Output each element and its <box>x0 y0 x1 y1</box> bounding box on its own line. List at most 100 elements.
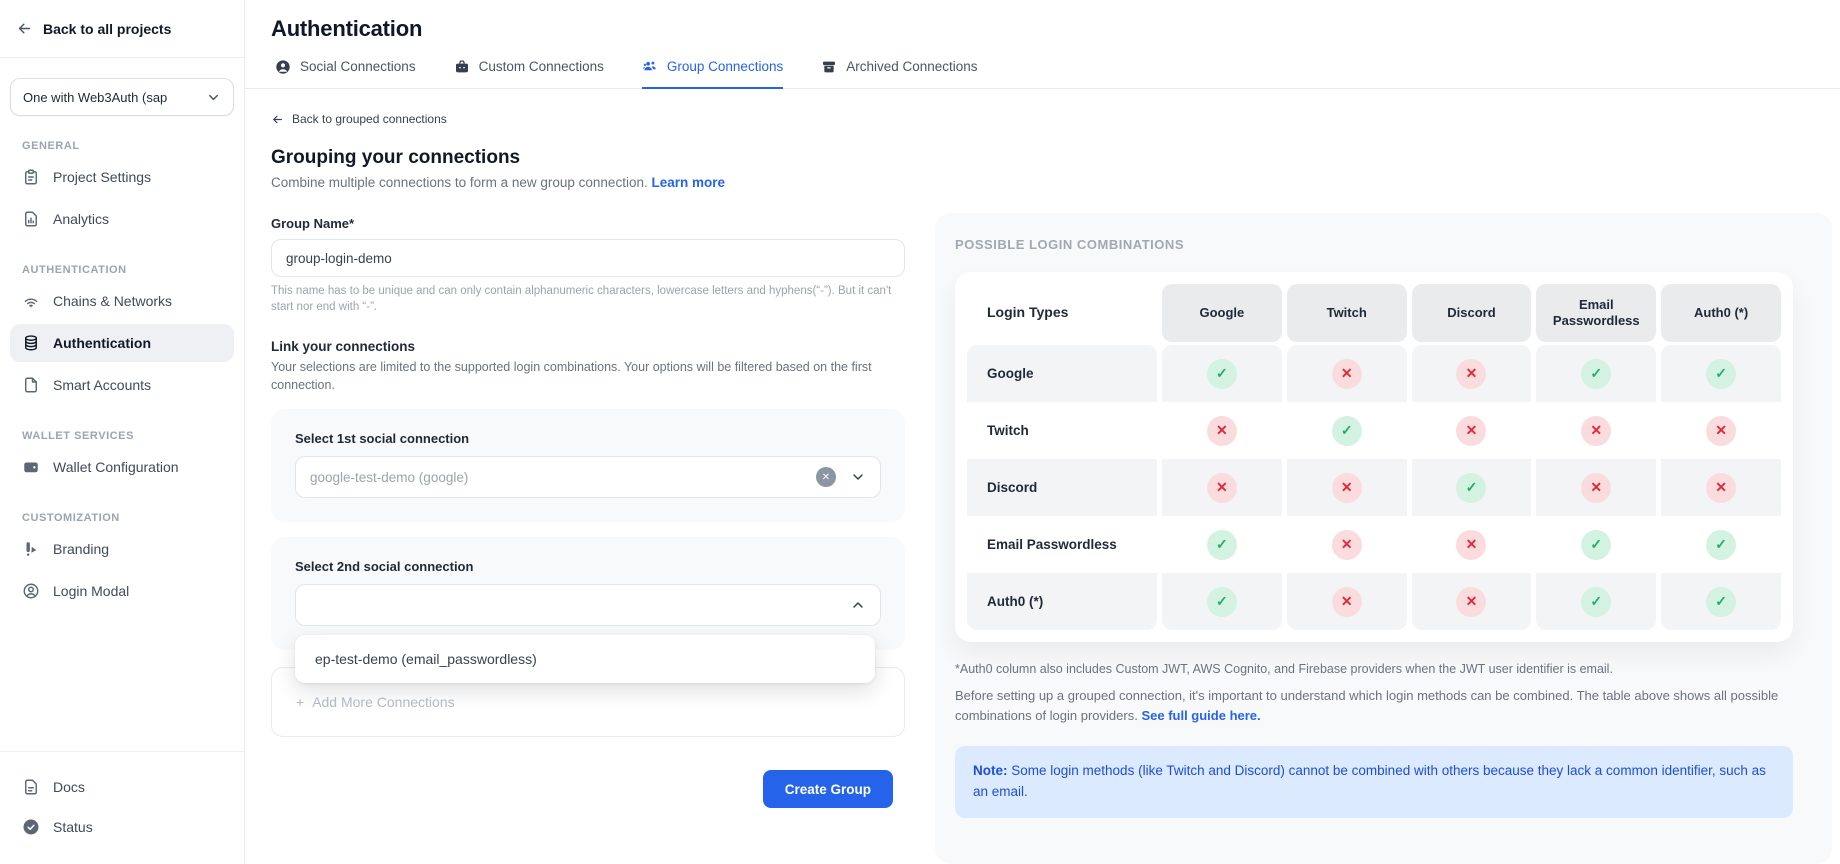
combo-cell-email-passwordless-google: ✓ <box>1162 516 1282 573</box>
select1-dropdown[interactable]: google-test-demo (google) ✕ <box>295 456 881 498</box>
row-label-email-passwordless: Email Passwordless <box>967 516 1157 573</box>
table-column-body: ✓✕✕✓✓ <box>1661 345 1781 630</box>
back-link-label: Back to grouped connections <box>292 112 447 126</box>
chevron-down-icon <box>850 469 866 485</box>
see-full-guide-link[interactable]: See full guide here. <box>1141 708 1260 723</box>
tab-group-connections[interactable]: Group Connections <box>642 58 783 89</box>
form-subtitle: Combine multiple connections to form a n… <box>271 175 905 190</box>
combo-cell-auth0-discord: ✕ <box>1412 573 1532 630</box>
group-name-input[interactable] <box>271 239 905 277</box>
link-connections-description: Your selections are limited to the suppo… <box>271 359 905 394</box>
cross-icon: ✕ <box>1706 473 1736 503</box>
analytics-icon <box>22 210 40 228</box>
second-connection-card: Select 2nd social connection <box>271 537 905 650</box>
combo-cell-auth0-auth0: ✓ <box>1661 573 1781 630</box>
section-label-wallet-services: WALLET SERVICES <box>22 430 244 442</box>
select1-label: Select 1st social connection <box>295 431 881 446</box>
table-column: Auth0 (*)✓✕✕✓✓ <box>1661 284 1781 630</box>
first-connection-card: Select 1st social connection google-test… <box>271 409 905 522</box>
combo-cell-twitch-discord: ✕ <box>1412 402 1532 459</box>
sidebar-item-chains-networks[interactable]: Chains & Networks <box>10 282 234 320</box>
combo-cell-google-auth0: ✓ <box>1661 345 1781 402</box>
cross-icon: ✕ <box>1581 473 1611 503</box>
select2-dropdown[interactable] <box>295 584 881 626</box>
table-column-body: GoogleTwitchDiscordEmail PasswordlessAut… <box>967 345 1157 630</box>
sidebar-item-authentication[interactable]: Authentication <box>10 324 234 362</box>
sidebar-item-smart-accounts[interactable]: Smart Accounts <box>10 366 234 404</box>
group-connection-form: Back to grouped connections Grouping you… <box>271 97 905 808</box>
tab-bar: Social Connections Custom Connections Gr… <box>245 58 1840 89</box>
chevron-up-icon <box>850 597 866 613</box>
plus-icon: + <box>296 694 304 710</box>
sidebar-item-project-settings[interactable]: Project Settings <box>10 158 234 196</box>
row-label-google: Google <box>967 345 1157 402</box>
select2-options-popup: ep-test-demo (email_passwordless) <box>295 635 875 683</box>
user-circle-icon <box>275 59 291 75</box>
cross-icon: ✕ <box>1332 587 1362 617</box>
combo-cell-email-passwordless-discord: ✕ <box>1412 516 1532 573</box>
sidebar-item-label: Smart Accounts <box>53 377 151 393</box>
check-icon: ✓ <box>1456 473 1486 503</box>
cross-icon: ✕ <box>1456 530 1486 560</box>
check-icon: ✓ <box>1332 416 1362 446</box>
sidebar-item-analytics[interactable]: Analytics <box>10 200 234 238</box>
tab-social-connections[interactable]: Social Connections <box>275 58 416 88</box>
learn-more-link[interactable]: Learn more <box>651 175 725 190</box>
sidebar-item-login-modal[interactable]: Login Modal <box>10 572 234 610</box>
sidebar-item-branding[interactable]: Branding <box>10 530 234 568</box>
app-window: Back to all projects One with Web3Auth (… <box>0 0 1840 864</box>
sidebar-item-status[interactable]: Status <box>10 808 234 846</box>
dropdown-option-ep-test-demo[interactable]: ep-test-demo (email_passwordless) <box>295 635 875 683</box>
back-to-projects-label: Back to all projects <box>43 21 171 37</box>
back-to-projects-link[interactable]: Back to all projects <box>0 0 244 58</box>
arrow-left-icon <box>271 113 284 126</box>
user-circle-icon <box>22 582 40 600</box>
check-icon: ✓ <box>1706 587 1736 617</box>
cross-icon: ✕ <box>1207 473 1237 503</box>
back-to-grouped-connections-link[interactable]: Back to grouped connections <box>271 112 905 126</box>
tab-archived-connections[interactable]: Archived Connections <box>821 58 977 88</box>
guide-text: Before setting up a grouped connection, … <box>955 688 1778 723</box>
tab-label: Social Connections <box>300 59 416 74</box>
page-title: Authentication <box>245 0 1840 42</box>
clear-selection-icon[interactable]: ✕ <box>816 467 836 487</box>
sidebar-item-wallet-configuration[interactable]: Wallet Configuration <box>10 448 234 486</box>
login-combinations-panel: POSSIBLE LOGIN COMBINATIONS Login TypesG… <box>935 213 1832 864</box>
check-icon: ✓ <box>1207 359 1237 389</box>
toolbox-icon <box>454 59 470 75</box>
clipboard-icon <box>22 168 40 186</box>
check-icon: ✓ <box>1207 530 1237 560</box>
guide-paragraph: Before setting up a grouped connection, … <box>955 686 1793 726</box>
form-heading: Grouping your connections <box>271 147 905 169</box>
table-column: Discord✕✕✓✕✕ <box>1412 284 1532 630</box>
tab-label: Archived Connections <box>846 59 977 74</box>
sidebar-item-label: Branding <box>53 541 109 557</box>
sidebar-item-docs[interactable]: Docs <box>10 768 234 806</box>
combinations-table-card: Login TypesGoogleTwitchDiscordEmail Pass… <box>955 272 1793 642</box>
combo-cell-twitch-email-passwordless: ✕ <box>1536 402 1656 459</box>
combo-cell-discord-discord: ✓ <box>1412 459 1532 516</box>
cross-icon: ✕ <box>1706 416 1736 446</box>
form-actions: Create Group <box>271 770 905 808</box>
sidebar-item-label: Project Settings <box>53 169 151 185</box>
tab-custom-connections[interactable]: Custom Connections <box>454 58 604 88</box>
document-icon <box>22 778 40 796</box>
create-group-button[interactable]: Create Group <box>763 770 893 808</box>
select2-label: Select 2nd social connection <box>295 559 881 574</box>
add-more-label: Add More Connections <box>312 694 454 710</box>
main-content: Authentication Social Connections Custom… <box>245 0 1840 864</box>
cross-icon: ✕ <box>1456 587 1486 617</box>
check-icon: ✓ <box>1581 587 1611 617</box>
table-column: Email Passwordless✓✕✕✓✓ <box>1536 284 1656 630</box>
link-connections-heading: Link your connections <box>271 339 905 354</box>
table-column: Login TypesGoogleTwitchDiscordEmail Pass… <box>967 284 1157 630</box>
combo-cell-discord-twitch: ✕ <box>1287 459 1407 516</box>
sidebar-item-label: Status <box>53 819 93 835</box>
combo-cell-google-google: ✓ <box>1162 345 1282 402</box>
combo-cell-google-discord: ✕ <box>1412 345 1532 402</box>
form-subtitle-text: Combine multiple connections to form a n… <box>271 175 648 190</box>
project-selector[interactable]: One with Web3Auth (sap <box>10 78 234 116</box>
row-label-auth0: Auth0 (*) <box>967 573 1157 630</box>
cross-icon: ✕ <box>1456 359 1486 389</box>
combo-cell-auth0-google: ✓ <box>1162 573 1282 630</box>
